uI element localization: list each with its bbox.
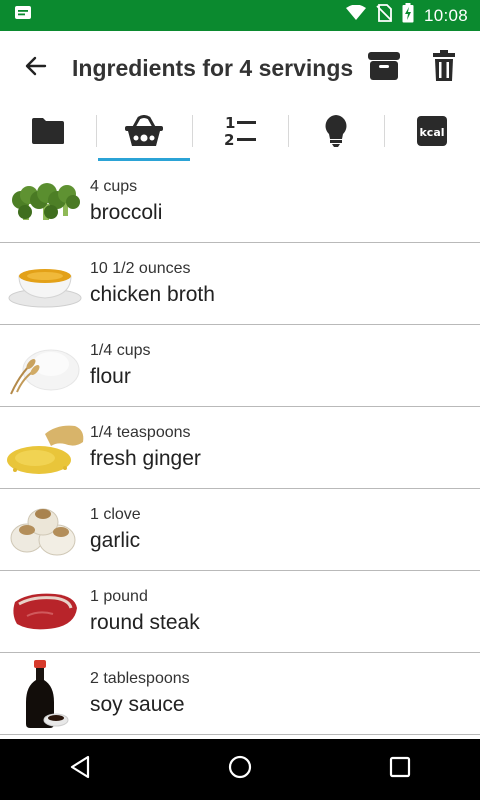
navigation-bar bbox=[0, 739, 480, 800]
nav-recents-button[interactable] bbox=[360, 739, 440, 800]
ingredient-name: round steak bbox=[90, 610, 200, 634]
recents-square-icon bbox=[389, 756, 411, 783]
kcal-label: kcal bbox=[419, 126, 444, 139]
list-item[interactable]: 1 pound round steak bbox=[0, 571, 480, 653]
home-circle-icon bbox=[228, 755, 252, 784]
ingredient-list: 4 cups broccoli 10 1/2 ounces chicken br… bbox=[0, 161, 480, 735]
ingredient-quantity: 1/4 teaspoons bbox=[90, 423, 191, 441]
back-triangle-icon bbox=[69, 755, 91, 784]
list-item[interactable]: 1/4 cups flour bbox=[0, 325, 480, 407]
list-item[interactable]: 1/4 teaspoons fresh ginger bbox=[0, 407, 480, 489]
tab-ingredients[interactable] bbox=[96, 105, 192, 161]
ingredient-name: soy sauce bbox=[90, 692, 185, 716]
trash-icon bbox=[432, 49, 456, 87]
tab-tips[interactable] bbox=[288, 105, 384, 161]
broccoli-image bbox=[0, 161, 90, 243]
list-item[interactable]: 1 clove garlic bbox=[0, 489, 480, 571]
ingredient-quantity: 1 pound bbox=[90, 587, 148, 605]
page-title: Ingredients for 4 servings bbox=[72, 54, 354, 81]
delete-button[interactable] bbox=[414, 31, 474, 105]
lightbulb-icon bbox=[323, 114, 349, 153]
status-time: 10:08 bbox=[423, 5, 468, 25]
tab-nutrition[interactable]: kcal bbox=[384, 105, 480, 161]
archive-button[interactable] bbox=[354, 31, 414, 105]
ingredient-name: chicken broth bbox=[90, 282, 215, 306]
soy-sauce-image bbox=[0, 653, 90, 735]
tab-steps[interactable]: 12 bbox=[192, 105, 288, 161]
app-bar: Ingredients for 4 servings bbox=[0, 31, 480, 105]
basket-icon bbox=[124, 114, 164, 152]
ingredient-quantity: 10 1/2 ounces bbox=[90, 259, 191, 277]
nav-home-button[interactable] bbox=[200, 739, 280, 800]
ingredient-name: fresh ginger bbox=[90, 446, 201, 470]
ingredient-name: broccoli bbox=[90, 200, 163, 224]
battery-charging-icon bbox=[402, 3, 414, 28]
status-bar: 10:08 bbox=[0, 0, 480, 31]
archive-box-icon bbox=[367, 51, 401, 86]
ingredient-quantity: 1/4 cups bbox=[90, 341, 151, 359]
ginger-image bbox=[0, 407, 90, 489]
ingredient-name: garlic bbox=[90, 528, 141, 552]
folder-icon bbox=[31, 117, 65, 150]
wifi-icon bbox=[345, 4, 366, 26]
list-item[interactable]: 2 tablespoons soy sauce bbox=[0, 653, 480, 735]
tab-folder[interactable] bbox=[0, 105, 96, 161]
arrow-left-icon bbox=[24, 54, 48, 83]
ingredient-quantity: 1 clove bbox=[90, 505, 141, 523]
ingredient-quantity: 2 tablespoons bbox=[90, 669, 190, 687]
ingredient-quantity: 4 cups bbox=[90, 177, 138, 195]
steak-image bbox=[0, 571, 90, 653]
tab-bar: 12 kcal bbox=[0, 105, 480, 161]
svg-text:2: 2 bbox=[224, 131, 234, 147]
list-item[interactable]: 10 1/2 ounces chicken broth bbox=[0, 243, 480, 325]
numbered-list-icon: 12 bbox=[223, 114, 257, 152]
no-sim-icon bbox=[376, 4, 392, 27]
chicken-broth-image bbox=[0, 243, 90, 325]
flour-image bbox=[0, 325, 90, 407]
back-button[interactable] bbox=[0, 31, 72, 105]
notification-message-icon bbox=[14, 5, 32, 26]
nav-back-button[interactable] bbox=[40, 739, 120, 800]
list-item[interactable]: 4 cups broccoli bbox=[0, 161, 480, 243]
svg-text:1: 1 bbox=[225, 115, 235, 132]
kcal-icon: kcal bbox=[417, 115, 447, 151]
ingredient-name: flour bbox=[90, 364, 131, 388]
garlic-image bbox=[0, 489, 90, 571]
